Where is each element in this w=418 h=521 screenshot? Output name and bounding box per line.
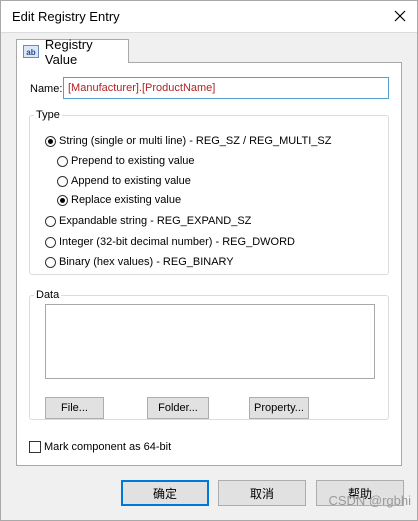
- radio-integer[interactable]: Integer (32-bit decimal number) - REG_DW…: [45, 234, 295, 250]
- mark-64bit-label: Mark component as 64-bit: [44, 441, 172, 453]
- property-button[interactable]: Property...: [249, 397, 309, 419]
- ok-button[interactable]: 确定: [121, 480, 209, 506]
- radio-button[interactable]: [45, 135, 56, 147]
- radio-label: Replace existing value: [71, 194, 182, 206]
- type-legend: Type: [36, 109, 60, 121]
- mark-64bit-checkbox-row[interactable]: Mark component as 64-bit: [29, 441, 171, 453]
- close-button[interactable]: [387, 4, 413, 28]
- radio-button[interactable]: [45, 215, 56, 227]
- edit-registry-entry-dialog: Edit Registry Entry ab Registry Value Na…: [0, 0, 418, 521]
- folder-button[interactable]: Folder...: [147, 397, 209, 419]
- tab-registry-value[interactable]: ab Registry Value: [16, 37, 129, 67]
- title-bar: Edit Registry Entry: [1, 1, 417, 33]
- radio-button[interactable]: [57, 194, 68, 206]
- radio-label: String (single or multi line) - REG_SZ /…: [59, 135, 332, 147]
- registry-value-panel: Name: [Manufacturer].[ProductName] Type …: [16, 62, 402, 466]
- radio-button[interactable]: [57, 155, 68, 167]
- radio-label: Integer (32-bit decimal number) - REG_DW…: [59, 236, 295, 248]
- radio-binary[interactable]: Binary (hex values) - REG_BINARY: [45, 254, 234, 270]
- name-input[interactable]: [Manufacturer].[ProductName]: [63, 77, 389, 99]
- tab-label: Registry Value: [44, 36, 93, 67]
- radio-replace[interactable]: Replace existing value: [57, 192, 181, 208]
- mark-64bit-checkbox[interactable]: [29, 441, 41, 453]
- radio-prepend[interactable]: Prepend to existing value: [57, 153, 195, 169]
- radio-expandable-string[interactable]: Expandable string - REG_EXPAND_SZ: [45, 213, 251, 229]
- data-textarea[interactable]: [45, 304, 375, 379]
- file-button[interactable]: File...: [45, 397, 104, 419]
- radio-label: Expandable string - REG_EXPAND_SZ: [59, 215, 252, 227]
- dialog-title: Edit Registry Entry: [12, 9, 120, 24]
- radio-string[interactable]: String (single or multi line) - REG_SZ /…: [45, 133, 331, 149]
- radio-append[interactable]: Append to existing value: [57, 173, 191, 189]
- radio-button[interactable]: [45, 256, 56, 268]
- radio-button[interactable]: [57, 175, 68, 187]
- watermark-text: CSDN @rgbhi: [328, 493, 411, 508]
- string-value-icon: ab: [23, 45, 39, 58]
- cancel-button[interactable]: 取消: [218, 480, 306, 506]
- radio-label: Append to existing value: [71, 175, 191, 187]
- data-legend: Data: [36, 289, 60, 301]
- radio-label: Binary (hex values) - REG_BINARY: [59, 256, 234, 268]
- name-label: Name:: [30, 83, 63, 95]
- radio-button[interactable]: [45, 236, 56, 248]
- close-icon: [394, 10, 406, 22]
- radio-label: Prepend to existing value: [71, 155, 195, 167]
